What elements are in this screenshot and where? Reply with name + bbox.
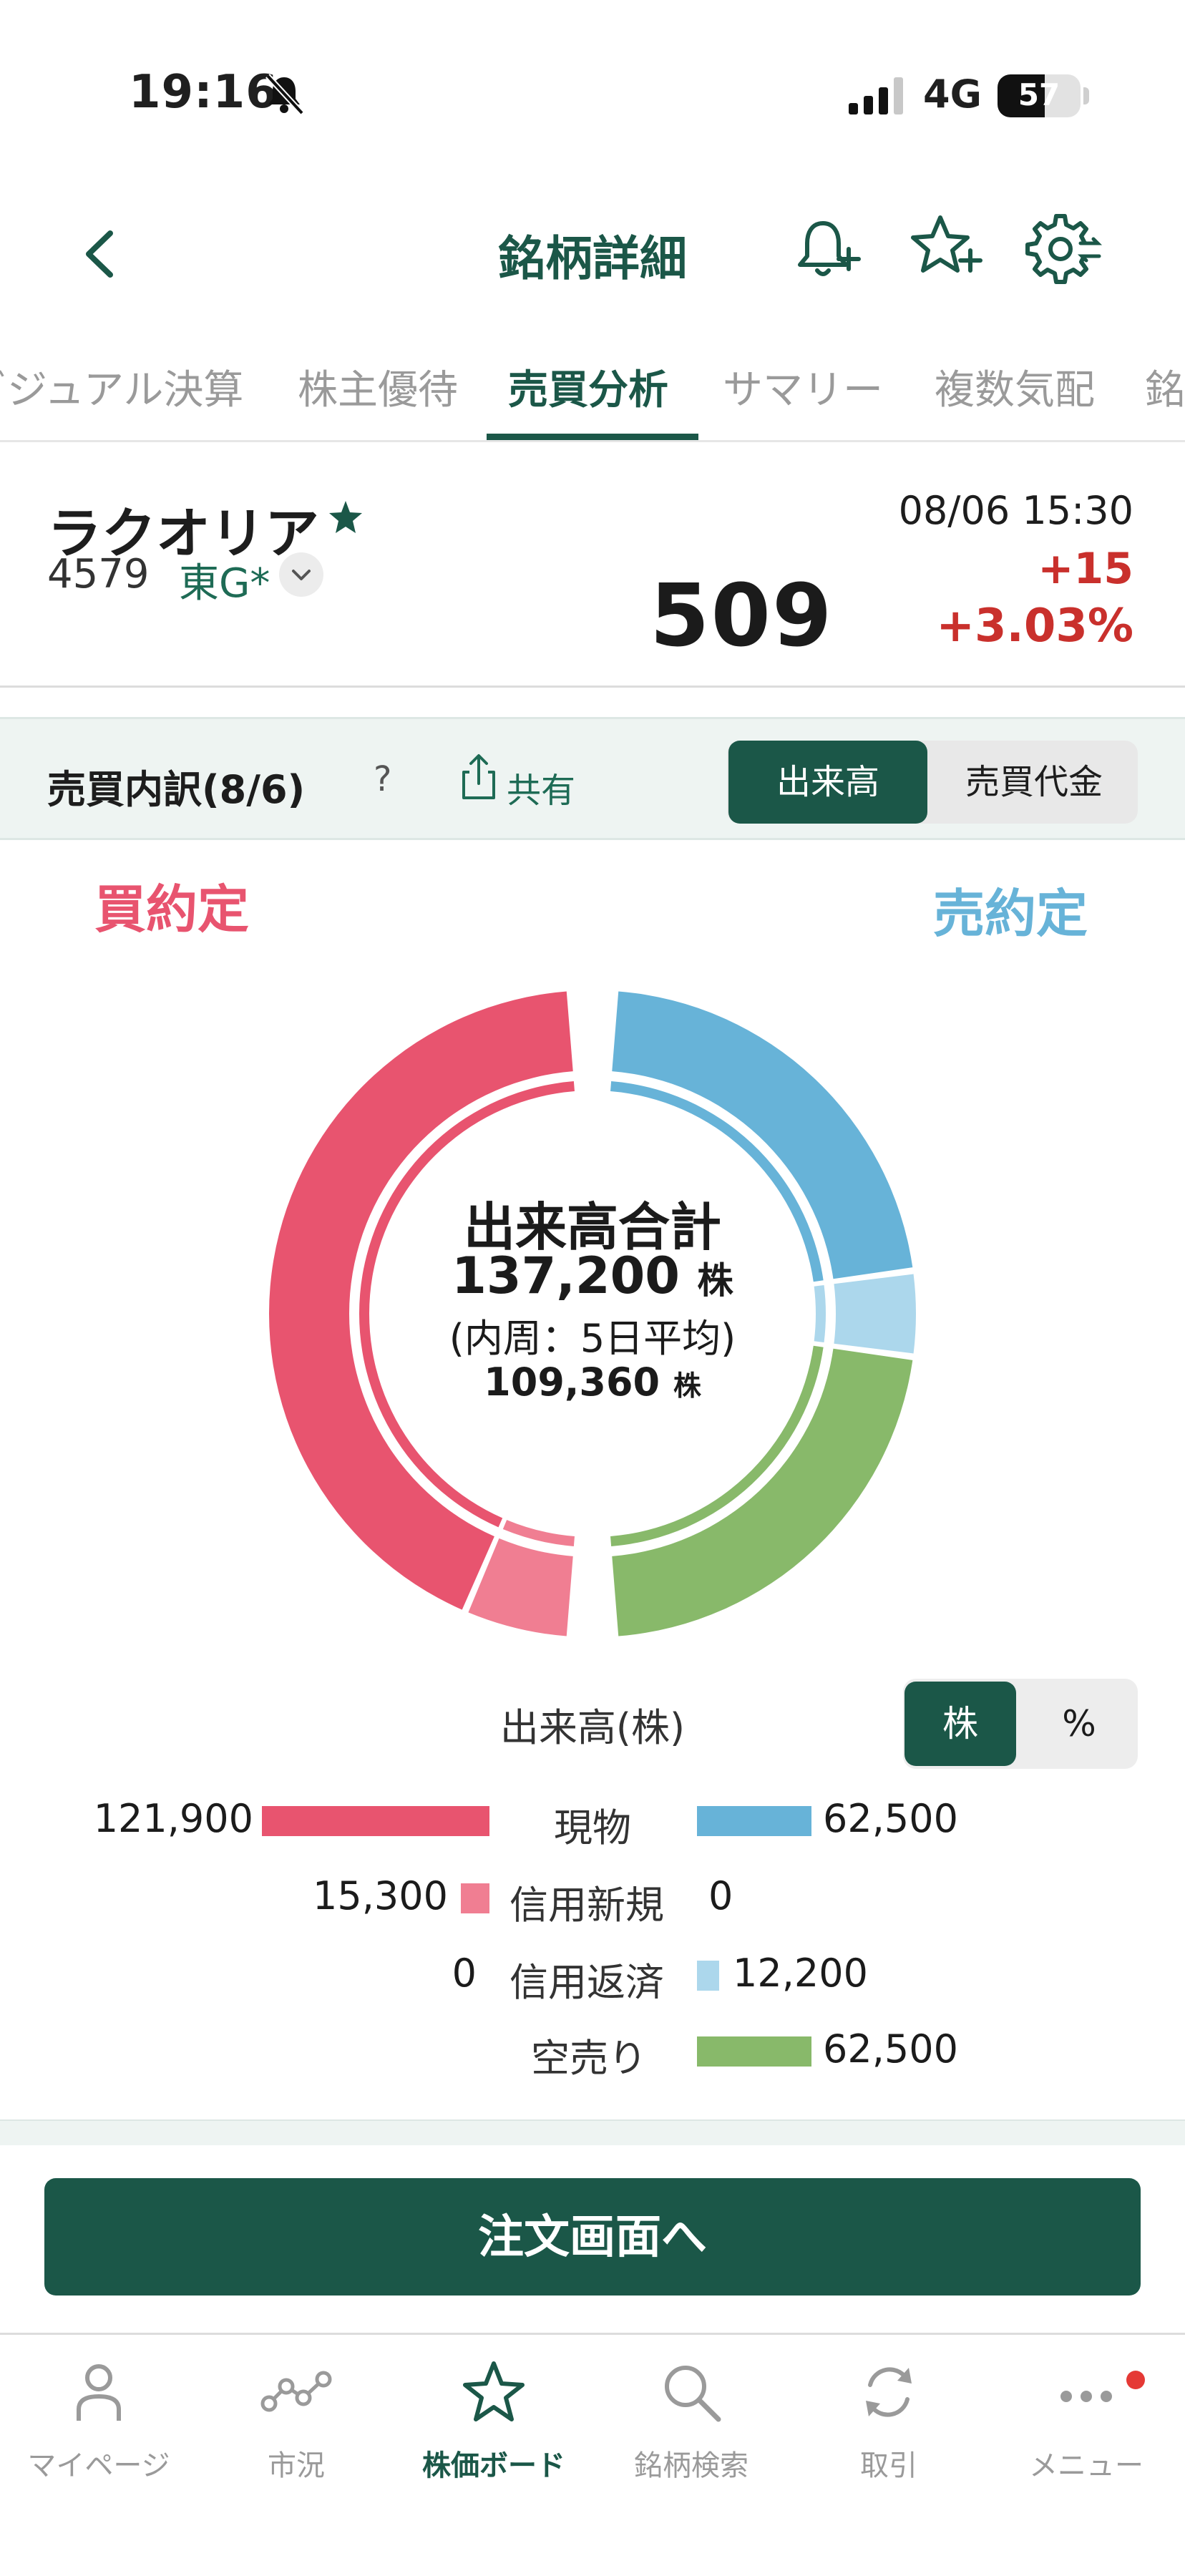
stock-header: ラクオリア 4579 東G* 08/06 15:30 509 +15 +3.03… [0,444,1185,688]
tab-trade-analysis[interactable]: 売買分析 [508,358,668,416]
battery-icon: 57 [998,74,1081,117]
breakdown-section-header: 売買内訳(8/6) ? 共有 出来高 売買代金 [0,717,1185,840]
nav-label: 取引 [860,2449,917,2482]
average-volume: 109,360 [484,1360,660,1405]
sell-bar-spot [697,1806,811,1836]
tab-summary[interactable]: サマリー [723,358,883,416]
notification-badge [1126,2371,1145,2389]
divider [0,686,1185,688]
buy-label: 買約定 [94,879,250,940]
sell-label: 売約定 [932,884,1088,944]
battery-nub [1083,87,1089,104]
sell-value-margin-repay: 12,200 [733,1951,868,1996]
refresh-icon [866,2367,912,2417]
row-label-margin-new: 信用新規 [509,1883,664,1928]
nav-item-menu[interactable]: メニュー [987,2335,1185,2576]
sell-value-short-sell: 62,500 [823,2026,958,2072]
row-label-spot: 現物 [554,1805,631,1850]
nav-item-stock-search[interactable]: 銘柄検索 [592,2335,790,2576]
row-label-margin-repay: 信用返済 [509,1960,664,2005]
tab-visual-earnings[interactable]: ビジュアル決算 [0,358,243,416]
quote-datetime: 08/06 15:30 [898,488,1133,533]
bell-mute-icon [265,74,304,115]
buy-value-margin-repay: 0 [452,1951,477,1996]
stock-price: 509 [650,567,834,666]
buy-inner-segment-1 [502,1520,575,1546]
market-chart-icon [260,2371,332,2412]
tab-multiple-quotes[interactable]: 複数気配 [935,358,1095,416]
tab-more[interactable]: 銘柄 [1145,358,1185,416]
section-separator [0,2119,1185,2145]
unit-percent-button[interactable]: % [1023,1682,1135,1766]
tab-shareholder-benefits[interactable]: 株主優待 [298,358,458,416]
donut-center-total: 137,200 株 [0,1246,1185,1305]
buy-bar-margin-new [461,1883,489,1913]
favorite-star-icon[interactable] [326,498,365,537]
status-time: 19:16 [129,66,278,119]
order-screen-button[interactable]: 注文画面へ [44,2178,1141,2296]
stock-code: 4579 [47,551,150,597]
sell-value-spot: 62,500 [823,1796,958,1841]
network-type: 4G [923,72,982,117]
bottom-nav: マイページ 市況 株価ボード 銘柄検索 取引 メニュー [0,2333,1185,2576]
more-icon [1060,2391,1112,2402]
segment-trading-value[interactable]: 売買代金 [932,741,1136,824]
share-button[interactable]: 共有 [507,762,575,812]
person-icon [77,2364,121,2421]
help-button[interactable]: ? [374,759,391,799]
nav-item-stock-board[interactable]: 株価ボード [395,2335,592,2576]
sell-bar-margin-repay [697,1961,719,1991]
nav-label: 市況 [268,2449,325,2482]
search-icon [665,2366,721,2422]
status-bar: 19:16 4G 57 [0,0,1185,165]
price-change: +15 [1038,544,1133,594]
nav-label: メニュー [1029,2449,1143,2482]
chevron-down-icon[interactable] [279,552,323,597]
add-favorite-icon[interactable] [906,209,985,288]
sell-value-margin-new: 0 [708,1873,733,1918]
star-icon [463,2361,525,2421]
nav-item-trade[interactable]: 取引 [790,2335,987,2576]
settings-gear-icon[interactable] [1025,209,1103,288]
buy-value-margin-new: 15,300 [313,1873,448,1918]
nav-label: 銘柄検索 [634,2449,748,2482]
segment-volume[interactable]: 出来高 [728,741,927,824]
price-change-percent: +3.03% [936,600,1133,653]
stock-market: 東G* [179,560,270,607]
unit-shares-button[interactable]: 株 [904,1682,1016,1766]
active-tab-indicator [487,434,698,440]
donut-center-average: 109,360 株 [0,1360,1185,1405]
nav-header: 銘柄詳細 [0,186,1185,315]
nav-label: 株価ボード [422,2449,565,2482]
total-unit: 株 [697,1259,733,1302]
battery-level: 57 [1018,77,1060,112]
detail-tabs: ビジュアル決算 株主優待 売買分析 サマリー 複数気配 銘柄 [0,336,1185,442]
nav-item-mypage[interactable]: マイページ [0,2335,198,2576]
nav-item-market[interactable]: 市況 [198,2335,395,2576]
page-title: 銘柄詳細 [498,231,687,286]
donut-center-note: (内周：5日平均) [449,1316,736,1361]
average-unit: 株 [673,1370,701,1402]
buy-bar-spot [262,1806,489,1836]
sell-bar-short-sell [697,2036,811,2067]
section-title: 売買内訳(8/6) [47,767,306,812]
total-volume: 137,200 [452,1246,681,1305]
share-icon[interactable] [458,752,499,802]
signal-icon [849,77,903,114]
nav-label: マイページ [27,2449,170,2482]
buy-value-spot: 121,900 [93,1796,253,1841]
row-label-short-sell: 空売り [531,2036,647,2081]
add-alert-icon[interactable] [787,209,866,288]
